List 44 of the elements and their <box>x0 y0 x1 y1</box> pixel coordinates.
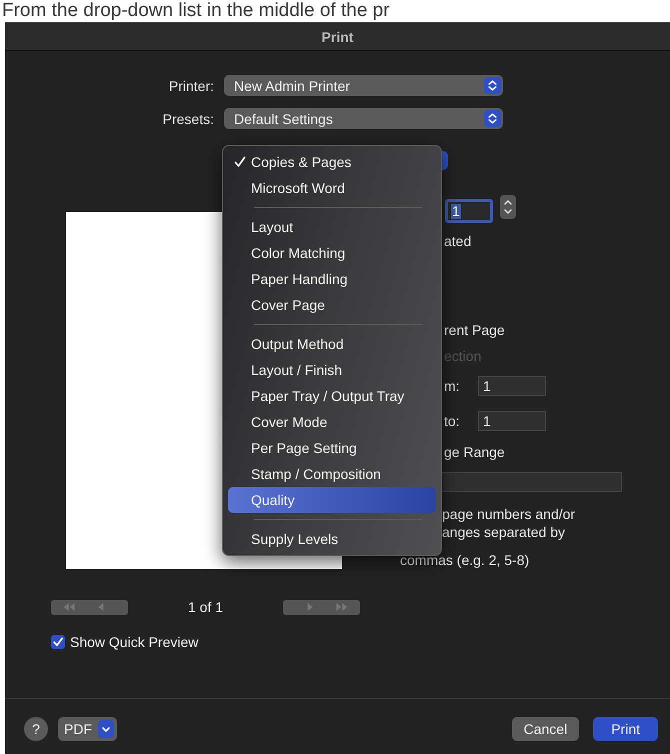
menu-item[interactable]: Paper Handling <box>228 266 436 292</box>
from-field[interactable]: 1 <box>478 376 546 396</box>
menu-item[interactable]: Copies & Pages <box>228 149 436 175</box>
menu-item[interactable]: Cover Page <box>228 292 436 318</box>
printer-select[interactable]: New Admin Printer <box>224 75 503 96</box>
menu-item[interactable]: Layout / Finish <box>228 357 436 383</box>
menu-item[interactable]: Paper Tray / Output Tray <box>228 383 436 409</box>
next-page-button[interactable] <box>283 600 360 614</box>
copies-field[interactable]: 1 <box>445 199 493 223</box>
chevron-icon <box>484 77 501 94</box>
window-title: Print <box>322 28 354 44</box>
menu-item[interactable]: Microsoft Word <box>228 175 436 201</box>
menu-item[interactable]: Per Page Setting <box>228 435 436 461</box>
stepper-icon[interactable] <box>500 195 516 219</box>
help-button[interactable]: ? <box>24 716 48 740</box>
chevron-icon <box>484 110 501 127</box>
menu-item[interactable]: Quality <box>228 487 436 513</box>
hint-text: anges separated by <box>442 523 565 541</box>
pdf-button[interactable]: PDF <box>58 716 117 740</box>
hint-text: page numbers and/or <box>442 505 576 523</box>
to-field[interactable]: 1 <box>478 411 546 431</box>
current-page-label: rent Page <box>444 321 505 339</box>
printer-label: Printer: <box>168 78 215 94</box>
print-button[interactable]: Print <box>593 716 658 740</box>
menu-item[interactable]: Supply Levels <box>228 526 436 552</box>
menu-item[interactable]: Stamp / Composition <box>228 461 436 487</box>
presets-label: Presets: <box>162 110 215 126</box>
menu-item[interactable]: Output Method <box>228 331 436 357</box>
cancel-button[interactable]: Cancel <box>512 716 580 740</box>
presets-select[interactable]: Default Settings <box>224 108 503 129</box>
menu-item[interactable]: Color Matching <box>228 240 436 266</box>
caption-text: From the drop-down list in the middle of the pr <box>1 0 391 22</box>
menu-item[interactable]: Cover Mode <box>228 409 436 435</box>
collated-label: ated <box>444 232 472 250</box>
from-label: m: <box>444 378 461 394</box>
page-counter: 1 of 1 <box>186 599 224 615</box>
show-quick-preview-label: Show Quick Preview <box>70 634 198 650</box>
previous-page-button[interactable] <box>51 600 128 614</box>
checkbox[interactable] <box>51 635 65 649</box>
to-label: to: <box>444 413 461 429</box>
menu-item[interactable]: Layout <box>228 214 436 240</box>
page-range-label: ge Range <box>444 443 505 461</box>
chevron-icon <box>98 720 114 738</box>
hint-text: commas (e.g. 2, 5-8) <box>400 551 530 569</box>
